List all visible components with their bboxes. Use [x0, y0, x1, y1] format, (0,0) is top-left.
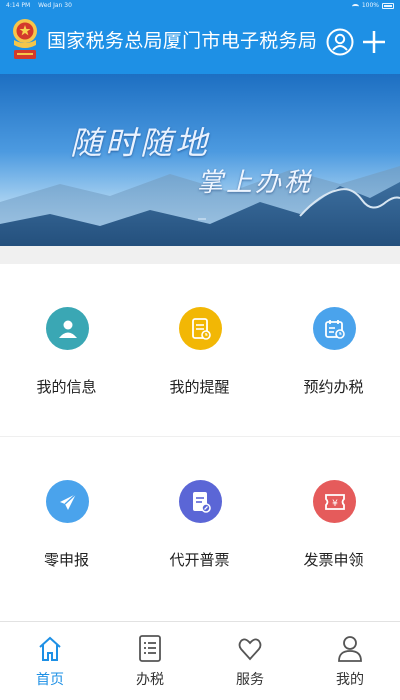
app-header: 4:14 PM Wed Jan 30 100% 国家税务总局厦门市电子税务局 [0, 0, 400, 74]
page-title: 国家税务总局厦门市电子税务局 [47, 30, 318, 52]
tab-label: 服务 [236, 672, 264, 688]
tile-appointment[interactable]: 预约办税 [267, 264, 400, 436]
battery-percent: 100% [361, 2, 379, 9]
status-date: Wed Jan 30 [38, 2, 72, 9]
status-bar: 4:14 PM Wed Jan 30 100% [0, 0, 400, 12]
tile-label: 零申报 [43, 551, 89, 569]
tile-issue-invoice[interactable]: 代开普票 [133, 437, 266, 609]
person-icon [46, 307, 89, 350]
tile-label: 代开普票 [169, 551, 230, 569]
section-divider [0, 246, 400, 264]
tile-label: 我的提醒 [169, 378, 230, 396]
tab-label: 我的 [336, 672, 364, 688]
battery-icon [382, 3, 394, 9]
banner-slogan-line2: 掌上办税 [197, 168, 314, 198]
tab-service[interactable]: 服务 [200, 622, 300, 700]
heart-icon [238, 638, 262, 661]
user-profile-button[interactable] [326, 28, 354, 56]
tab-mine[interactable]: 我的 [300, 622, 400, 700]
app-root: 4:14 PM Wed Jan 30 100% 国家税务总局厦门市电子税务局 随… [0, 0, 400, 700]
tile-label: 预约办税 [303, 378, 364, 396]
service-grid: 我的信息 我的提醒 预约办税 零申报 代开普票 ¥ 发票申领 [0, 264, 400, 620]
paper-plane-icon [46, 480, 89, 523]
banner-slogan-line1: 随时随地 [70, 124, 211, 162]
yen-ticket-icon: ¥ [313, 480, 356, 523]
tile-zero-declaration[interactable]: 零申报 [0, 437, 133, 609]
list-icon [139, 635, 161, 662]
wifi-icon [351, 3, 359, 9]
tile-my-info[interactable]: 我的信息 [0, 264, 133, 436]
tab-label: 首页 [36, 672, 64, 688]
tile-label: 我的信息 [36, 378, 97, 396]
promo-banner[interactable]: 随时随地 掌上办税 [0, 74, 400, 246]
tab-tax[interactable]: 办税 [100, 622, 200, 700]
user-circle-icon [326, 28, 354, 56]
plus-icon [363, 31, 385, 53]
bottom-tab-bar: 首页 办税 服务 我的 [0, 621, 400, 700]
tax-emblem-icon [13, 19, 37, 59]
tab-label: 办税 [136, 672, 164, 688]
tile-invoice-application[interactable]: ¥ 发票申领 [267, 437, 400, 609]
status-time: 4:14 PM [6, 2, 31, 9]
home-icon [39, 636, 61, 661]
calendar-icon [313, 307, 356, 350]
tile-my-reminder[interactable]: 我的提醒 [133, 264, 266, 436]
svg-text:¥: ¥ [332, 499, 338, 509]
tile-label: 发票申领 [303, 551, 364, 569]
add-button[interactable] [362, 29, 386, 55]
tab-home[interactable]: 首页 [0, 622, 100, 700]
invoice-edit-icon [179, 480, 222, 523]
profile-icon [338, 636, 362, 662]
reminder-document-icon [179, 307, 222, 350]
